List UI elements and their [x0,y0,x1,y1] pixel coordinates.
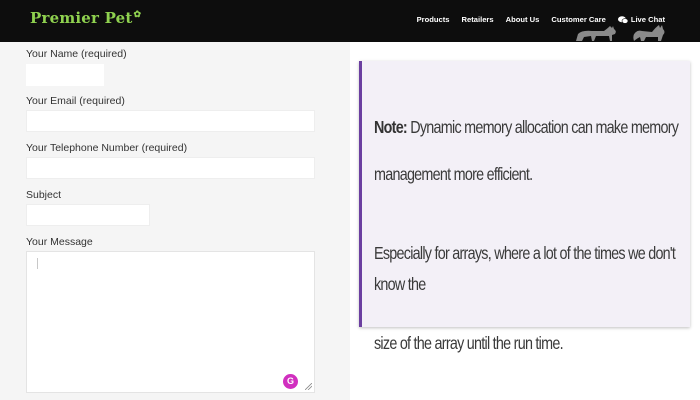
pets-silhouette-icon [576,25,665,41]
note-line-4: size of the array until the run time. [374,333,564,353]
live-chat-link[interactable]: Live Chat [617,15,665,24]
name-label: Your Name (required) [26,48,127,60]
brand-logo[interactable]: Premier Pet✿ [30,9,141,27]
top-navbar: Premier Pet✿ Products Retailers About Us… [0,0,700,42]
contact-form: Your Name (required) Your Email (require… [0,42,350,400]
telephone-label: Your Telephone Number (required) [26,142,188,154]
name-field[interactable] [26,64,104,86]
main-nav: Products Retailers About Us Customer Car… [417,15,665,24]
message-label: Your Message [26,236,93,248]
text-caret [37,258,38,269]
subject-field[interactable] [26,204,150,226]
note-line-2: management more efficient. [374,164,533,184]
email-field[interactable] [26,110,315,132]
note-line-1: Dynamic memory allocation can make memor… [406,117,679,137]
nav-products[interactable]: Products [417,15,450,24]
message-textarea[interactable]: G [26,251,315,393]
brand-name: Premier Pet [30,9,133,27]
telephone-field[interactable] [26,157,315,179]
nav-about-us[interactable]: About Us [506,15,540,24]
note-text: Note: Dynamic memory allocation can make… [374,112,700,359]
live-chat-label: Live Chat [630,15,665,24]
chat-bubble-icon [617,15,628,24]
subject-label: Subject [26,189,62,201]
resize-handle-icon[interactable] [305,383,312,390]
paw-icon: ✿ [133,10,142,20]
nav-retailers[interactable]: Retailers [462,15,494,24]
email-label: Your Email (required) [26,95,125,107]
grammarly-icon[interactable]: G [283,374,298,389]
nav-customer-care[interactable]: Customer Care [551,15,605,24]
note-line-3: Especially for arrays, where a lot of th… [374,243,676,294]
note-prefix: Note: [374,117,408,137]
note-panel: Note: Dynamic memory allocation can make… [350,42,700,400]
